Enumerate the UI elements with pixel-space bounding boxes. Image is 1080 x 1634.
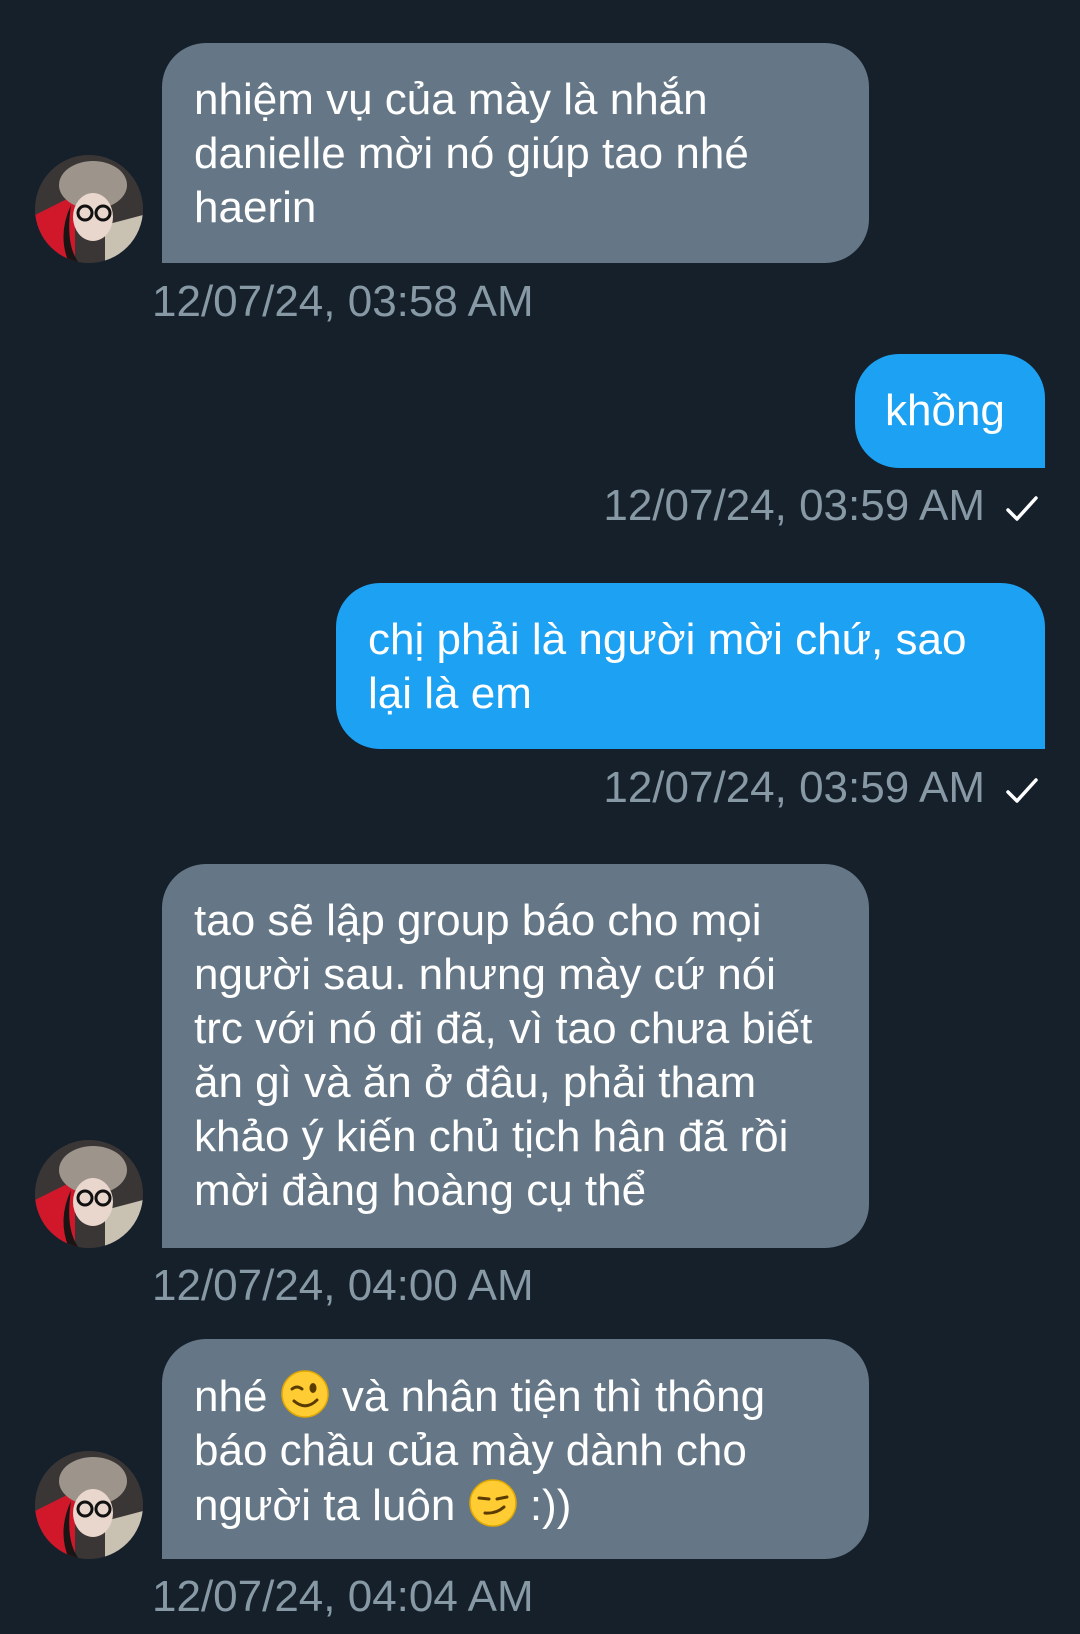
message-bubble-incoming[interactable]: nhiệm vụ của mày là nhắn danielle mời nó… (162, 43, 869, 263)
message-bubble-outgoing[interactable]: khồng (855, 354, 1045, 468)
message-timestamp: 12/07/24, 03:58 AM (152, 277, 534, 326)
message-timestamp: 12/07/24, 04:04 AM (152, 1572, 534, 1621)
message-text: nhiệm vụ của mày là nhắn danielle mời nó… (194, 75, 749, 232)
message-bubble-incoming[interactable]: tao sẽ lập group báo cho mọi người sau. … (162, 864, 869, 1248)
winking-face-emoji-icon (280, 1370, 329, 1418)
avatar-image (35, 1140, 143, 1248)
message-text: chị phải là người mời chứ, sao lại là em (368, 615, 967, 718)
avatar[interactable] (35, 1451, 143, 1559)
message-text: khồng (885, 386, 1005, 435)
avatar-image (35, 155, 143, 263)
message-bubble-incoming[interactable]: nhé và nhân tiện thì thông báo chầu của … (162, 1339, 869, 1559)
check-icon (1006, 778, 1038, 803)
message-timestamp: 12/07/24, 04:00 AM (152, 1261, 534, 1310)
message-timestamp: 12/07/24, 03:59 AM (603, 481, 985, 530)
message-text-part: nhé (194, 1372, 268, 1421)
avatar[interactable] (35, 155, 143, 263)
avatar-image (35, 1451, 143, 1559)
message-text: tao sẽ lập group báo cho mọi người sau. … (194, 896, 813, 1215)
check-icon (1006, 496, 1038, 521)
message-text-part: :)) (529, 1481, 572, 1530)
avatar[interactable] (35, 1140, 143, 1248)
message-timestamp: 12/07/24, 03:59 AM (603, 763, 985, 812)
smirking-face-emoji-icon (468, 1479, 517, 1527)
message-bubble-outgoing[interactable]: chị phải là người mời chứ, sao lại là em (336, 583, 1045, 749)
